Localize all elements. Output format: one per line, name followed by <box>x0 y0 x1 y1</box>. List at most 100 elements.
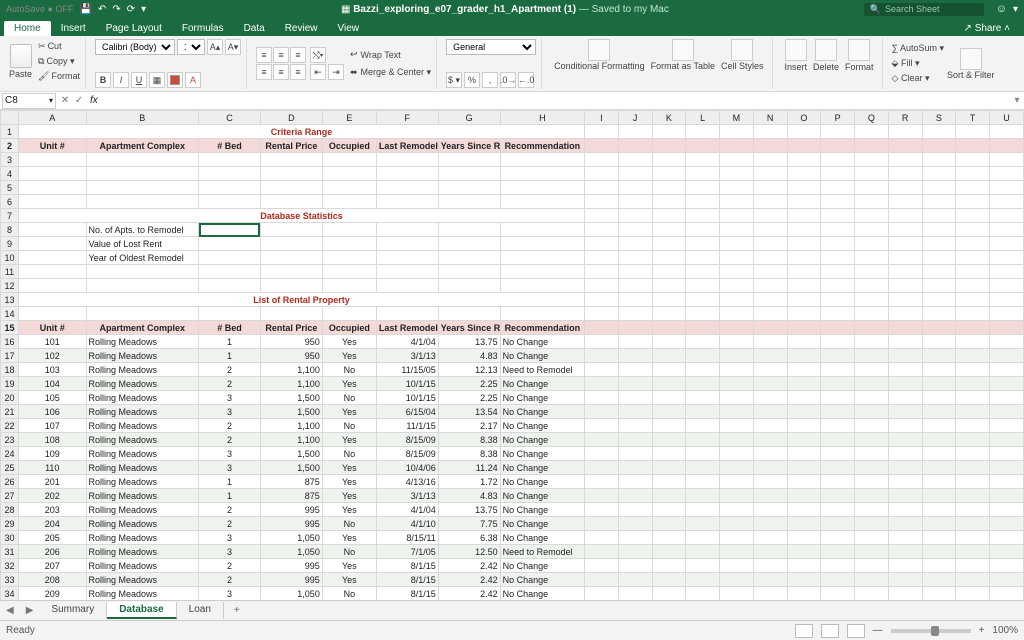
font-family-select[interactable]: Calibri (Body) <box>95 39 175 55</box>
row-header[interactable]: 17 <box>1 349 19 363</box>
align-bottom[interactable]: ≡ <box>290 47 306 63</box>
font-color-button[interactable]: A <box>185 72 201 88</box>
zoom-level[interactable]: 100% <box>992 625 1018 636</box>
tab-home[interactable]: Home <box>4 21 51 36</box>
increase-decimal-button[interactable]: .0→ <box>500 72 516 88</box>
border-button[interactable]: ▦ <box>149 72 165 88</box>
feedback-icon[interactable]: ☺ <box>996 3 1007 15</box>
col-header[interactable]: E <box>322 111 376 125</box>
col-header[interactable]: N <box>753 111 787 125</box>
tab-page-layout[interactable]: Page Layout <box>96 21 172 36</box>
tab-insert[interactable]: Insert <box>51 21 96 36</box>
increase-font-button[interactable]: A▴ <box>207 39 223 55</box>
row-header[interactable]: 20 <box>1 391 19 405</box>
col-header[interactable]: K <box>652 111 686 125</box>
row-header[interactable]: 4 <box>1 167 19 181</box>
undo-icon[interactable]: ↶ <box>98 4 106 15</box>
underline-button[interactable]: U <box>131 72 147 88</box>
tab-view[interactable]: View <box>327 21 369 36</box>
font-size-select[interactable]: 11 <box>177 39 205 55</box>
row-header[interactable]: 25 <box>1 461 19 475</box>
chevron-down-icon[interactable]: ▾ <box>1013 4 1018 15</box>
col-header[interactable]: C <box>199 111 261 125</box>
col-header[interactable]: D <box>260 111 322 125</box>
refresh-icon[interactable]: ⟳ <box>127 4 135 15</box>
col-header[interactable]: A <box>19 111 87 125</box>
zoom-in-button[interactable]: + <box>979 625 985 636</box>
row-header[interactable]: 31 <box>1 545 19 559</box>
page-break-view-icon[interactable] <box>847 624 865 638</box>
decrease-font-button[interactable]: A▾ <box>225 39 241 55</box>
format-as-table-button[interactable]: Format as Table <box>648 39 718 88</box>
fill-color-button[interactable] <box>167 72 183 88</box>
redo-icon[interactable]: ↷ <box>112 4 120 15</box>
sheet-tab-summary[interactable]: Summary <box>39 602 107 619</box>
wrap-text-button[interactable]: ↩Wrap Text <box>350 47 431 63</box>
sort-filter-button[interactable]: Sort & Filter <box>944 48 998 80</box>
col-header[interactable]: O <box>787 111 821 125</box>
row-header[interactable]: 32 <box>1 559 19 573</box>
col-header[interactable]: U <box>990 111 1024 125</box>
col-header[interactable]: S <box>922 111 956 125</box>
indent-button[interactable]: ⇥ <box>328 64 344 80</box>
col-header[interactable]: P <box>821 111 855 125</box>
row-header[interactable]: 28 <box>1 503 19 517</box>
number-format-select[interactable]: General <box>446 39 536 55</box>
percent-button[interactable]: % <box>464 72 480 88</box>
row-header[interactable]: 13 <box>1 293 19 307</box>
clear-button[interactable]: ◇ Clear ▾ <box>892 72 944 86</box>
row-header[interactable]: 34 <box>1 587 19 601</box>
row-header[interactable]: 7 <box>1 209 19 223</box>
row-header[interactable]: 9 <box>1 237 19 251</box>
decrease-decimal-button[interactable]: ←.0 <box>518 72 534 88</box>
row-header[interactable]: 1 <box>1 125 19 139</box>
col-header[interactable]: M <box>720 111 754 125</box>
row-header[interactable]: 24 <box>1 447 19 461</box>
zoom-out-button[interactable]: — <box>873 625 883 636</box>
align-left[interactable]: ≡ <box>256 64 272 80</box>
insert-cells-button[interactable]: Insert <box>782 39 811 88</box>
col-header[interactable]: F <box>376 111 438 125</box>
row-header[interactable]: 26 <box>1 475 19 489</box>
spreadsheet-grid[interactable]: ABCDEFGHIJKLMNOPQRSTU 1Criteria Range2Un… <box>0 110 1024 600</box>
orientation-button[interactable]: ⤭▾ <box>310 47 326 63</box>
sheet-tab-database[interactable]: Database <box>107 602 176 619</box>
col-header[interactable]: R <box>888 111 922 125</box>
row-header[interactable]: 23 <box>1 433 19 447</box>
currency-button[interactable]: $ ▾ <box>446 72 462 88</box>
delete-cells-button[interactable]: Delete <box>810 39 842 88</box>
col-header[interactable] <box>1 111 19 125</box>
fx-icon[interactable]: fx <box>86 95 102 106</box>
format-painter-button[interactable]: 🖌Format <box>38 69 80 83</box>
row-header[interactable]: 5 <box>1 181 19 195</box>
row-header[interactable]: 15 <box>1 321 19 335</box>
row-header[interactable]: 12 <box>1 279 19 293</box>
col-header[interactable]: I <box>585 111 619 125</box>
row-header[interactable]: 33 <box>1 573 19 587</box>
row-header[interactable]: 29 <box>1 517 19 531</box>
align-right[interactable]: ≡ <box>290 64 306 80</box>
outdent-button[interactable]: ⇤ <box>310 64 326 80</box>
cell-styles-button[interactable]: Cell Styles <box>718 39 767 88</box>
row-header[interactable]: 6 <box>1 195 19 209</box>
col-header[interactable]: J <box>618 111 652 125</box>
add-sheet-button[interactable]: + <box>224 605 250 616</box>
formula-input[interactable] <box>102 93 1010 109</box>
print-icon[interactable]: ▾ <box>141 4 146 15</box>
page-layout-view-icon[interactable] <box>821 624 839 638</box>
row-header[interactable]: 18 <box>1 363 19 377</box>
cut-button[interactable]: ✂Cut <box>38 39 80 53</box>
row-header[interactable]: 21 <box>1 405 19 419</box>
paste-button[interactable]: Paste <box>9 44 32 79</box>
tab-review[interactable]: Review <box>275 21 328 36</box>
share-button[interactable]: ↗ Share ˄ <box>954 21 1020 36</box>
fill-button[interactable]: ⬙ Fill ▾ <box>892 57 944 71</box>
normal-view-icon[interactable] <box>795 624 813 638</box>
col-header[interactable]: T <box>956 111 990 125</box>
row-header[interactable]: 19 <box>1 377 19 391</box>
name-box[interactable]: C8▾ <box>2 93 56 109</box>
sheet-nav-prev-icon[interactable]: ◀ <box>0 605 20 616</box>
col-header[interactable]: L <box>686 111 720 125</box>
row-header[interactable]: 11 <box>1 265 19 279</box>
cancel-formula-icon[interactable]: ✕ <box>58 95 72 106</box>
